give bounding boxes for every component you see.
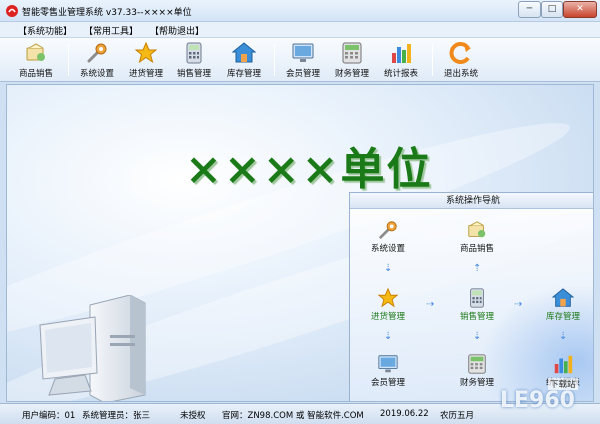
nav-inventory[interactable]: 库存管理	[530, 287, 593, 322]
product-sale-icon	[26, 43, 45, 61]
monitor-icon	[292, 43, 314, 62]
status-lunar: 农历五月	[440, 411, 475, 421]
nav-node-label: 库存管理	[545, 312, 580, 322]
toolbar-system-settings-button[interactable]: 系统设置	[69, 40, 125, 80]
watermark-subtext: 下载站	[548, 378, 578, 390]
maximize-button[interactable]: □	[541, 1, 563, 18]
status-website: 官网：ZN98.COM 或 智能软件.COM	[222, 411, 364, 421]
nav-panel-title: 系统操作导航	[350, 193, 593, 209]
toolbar-label: 统计报表	[383, 69, 418, 79]
toolbar-members-button[interactable]: 会员管理	[275, 40, 331, 80]
computer-illustration	[39, 295, 146, 401]
toolbar-label: 系统设置	[79, 69, 114, 79]
menu-bar: 【系统功能】 【常用工具】 【帮助退出】	[0, 22, 600, 38]
minimize-button[interactable]: ─	[518, 1, 541, 18]
star-icon	[134, 41, 158, 64]
house-icon	[232, 42, 256, 63]
down-arrow-icon: ⇣	[384, 263, 393, 274]
up-arrow-icon: ⇡	[473, 263, 482, 274]
down-arrow-icon: ⇣	[559, 331, 568, 342]
menu-help-exit[interactable]: 【帮助退出】	[150, 24, 204, 37]
monitor-icon	[378, 355, 398, 373]
toolbar-product-sale-button[interactable]: 商品销售	[8, 40, 64, 80]
main-desktop: ××××单位 系统操作导航 系统设置 商品销售 ⇣ ⇡ 进货管理 ⇢ 销售管理 …	[6, 84, 594, 402]
toolbar-label: 库存管理	[226, 69, 261, 79]
calculator-icon	[186, 42, 202, 64]
wrench-icon	[87, 43, 107, 63]
nav-panel: 系统操作导航 系统设置 商品销售 ⇣ ⇡ 进货管理 ⇢ 销售管理 ⇢ 库存管理 …	[349, 192, 593, 401]
nav-members[interactable]: 会员管理	[355, 353, 421, 388]
title-bar: 智能零售业管理系统 v37.33--××××单位 ─ □ ✕	[0, 0, 600, 22]
wrench-icon	[379, 221, 397, 239]
status-license: 未授权	[180, 411, 206, 421]
right-arrow-icon: ⇢	[426, 299, 435, 310]
cash-register-icon	[468, 354, 486, 374]
watermark-text: LE960	[500, 388, 575, 413]
window-title: 智能零售业管理系统 v37.33--××××单位	[22, 8, 192, 18]
status-date: 2019.06.22	[380, 409, 429, 419]
nav-node-label: 财务管理	[459, 378, 494, 388]
toolbar-label: 商品销售	[18, 69, 53, 79]
bar-chart-icon	[554, 355, 573, 374]
menu-system-functions[interactable]: 【系统功能】	[18, 24, 72, 37]
nav-node-label: 销售管理	[459, 312, 494, 322]
menu-common-tools[interactable]: 【常用工具】	[84, 24, 138, 37]
toolbar-inventory-button[interactable]: 库存管理	[216, 40, 272, 80]
nav-node-label: 系统设置	[370, 244, 405, 254]
toolbar-label: 会员管理	[285, 69, 320, 79]
toolbar-label: 退出系统	[443, 69, 478, 79]
product-sale-icon	[468, 221, 486, 238]
status-admin: 系统管理员：张三	[82, 411, 151, 421]
close-button[interactable]: ✕	[563, 1, 597, 18]
toolbar-finance-button[interactable]: 财务管理	[324, 40, 380, 80]
toolbar-sales-button[interactable]: 销售管理	[166, 40, 222, 80]
app-logo-icon	[6, 5, 18, 17]
nav-node-label: 商品销售	[459, 244, 494, 254]
nav-node-label: 会员管理	[370, 378, 405, 388]
bar-chart-icon	[392, 44, 411, 63]
cash-register-icon	[342, 42, 362, 64]
nav-finance[interactable]: 财务管理	[444, 353, 510, 388]
calculator-icon	[470, 288, 484, 308]
nav-sales[interactable]: 销售管理	[444, 287, 510, 322]
toolbar-exit-button[interactable]: 退出系统	[433, 40, 489, 80]
nav-product-sale[interactable]: 商品销售	[444, 219, 510, 254]
nav-purchase[interactable]: 进货管理	[355, 287, 421, 322]
company-name: ××××单位	[185, 144, 433, 195]
toolbar-label: 财务管理	[334, 69, 369, 79]
down-arrow-icon: ⇣	[473, 331, 482, 342]
right-arrow-icon: ⇢	[514, 299, 523, 310]
toolbar: 商品销售 系统设置 进货管理 销售管理 库存管理 会员管理 财务管理 统计报表 …	[0, 38, 600, 82]
nav-node-label: 进货管理	[370, 312, 405, 322]
toolbar-reports-button[interactable]: 统计报表	[373, 40, 429, 80]
nav-system-settings[interactable]: 系统设置	[355, 219, 421, 254]
house-icon	[552, 288, 574, 307]
exit-icon	[449, 42, 471, 64]
toolbar-label: 销售管理	[176, 69, 211, 79]
status-user-code: 用户编码：01	[22, 411, 76, 421]
down-arrow-icon: ⇣	[384, 331, 393, 342]
star-icon	[377, 287, 399, 308]
